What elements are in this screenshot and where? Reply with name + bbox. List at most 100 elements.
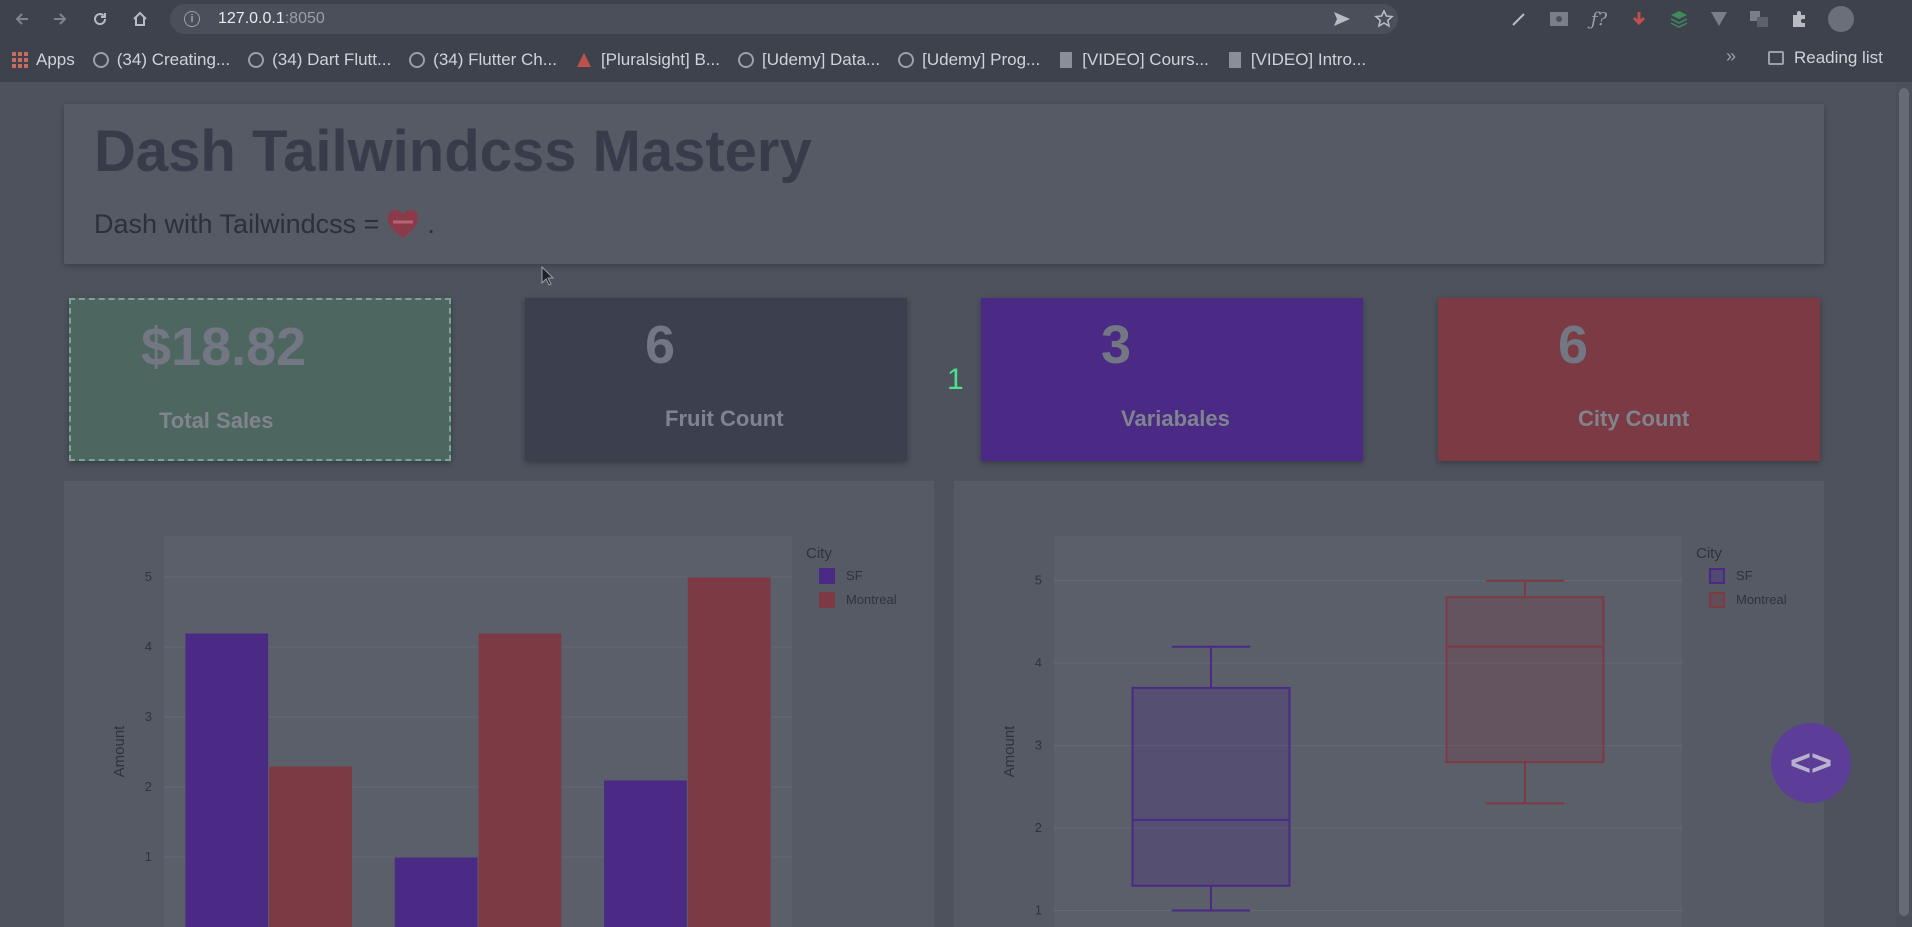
- y-axis-label: Amount: [1001, 725, 1018, 778]
- bookmark-item[interactable]: (34) Flutter Ch...: [409, 50, 557, 70]
- address-bar[interactable]: i 127.0.0.1:8050: [170, 4, 1398, 34]
- bar: [603, 779, 688, 927]
- legend-title: City: [806, 545, 832, 562]
- y-tick-label: 4: [145, 639, 152, 654]
- bar: [184, 632, 270, 927]
- scrollbar[interactable]: [1896, 82, 1912, 927]
- bookmark-label: [Udemy] Data...: [762, 50, 881, 69]
- stat-value: 6: [645, 315, 676, 375]
- bookmark-label: [Udemy] Prog...: [922, 50, 1041, 69]
- globe-icon: [92, 52, 109, 68]
- bookmark-item[interactable]: (34) Creating...: [92, 50, 231, 70]
- bar-chart-card: 1 2 3 4 5 Amount City SF Montreal: [64, 481, 934, 927]
- reading-list-label: Reading list: [1794, 48, 1883, 67]
- bar: [393, 856, 479, 927]
- y-tick-label: 3: [1035, 738, 1042, 753]
- bookmark-item[interactable]: [Udemy] Data...: [738, 50, 880, 70]
- legend-swatch: [1709, 568, 1725, 584]
- stat-value: 3: [1101, 315, 1132, 375]
- bookmark-label: [Pluralsight] B...: [600, 50, 720, 69]
- stat-label: City Count: [1578, 406, 1690, 431]
- page-subtitle: Dash with Tailwindcss = .: [94, 209, 435, 240]
- subtitle-end: .: [427, 209, 435, 239]
- frame-number: 1: [947, 363, 964, 396]
- bar: [268, 765, 353, 927]
- bookmark-item[interactable]: [Pluralsight] B...: [575, 50, 720, 70]
- profile-avatar[interactable]: [1828, 6, 1854, 32]
- bookmark-item[interactable]: [VIDEO] Cours...: [1058, 50, 1209, 70]
- y-tick-label: 1: [1035, 903, 1042, 918]
- y-tick-label: 4: [1035, 655, 1042, 670]
- translate-extension-icon[interactable]: [1748, 8, 1770, 30]
- scrollbar-thumb[interactable]: [1899, 88, 1909, 916]
- url-host: 127.0.0.1: [218, 10, 285, 27]
- apps-grid-icon: [12, 52, 28, 68]
- stat-label: Variabales: [1121, 406, 1230, 431]
- legend-label: Montreal: [846, 592, 897, 607]
- page-content: Dash Tailwindcss Mastery Dash with Tailw…: [0, 82, 1912, 927]
- box-iqr: [1131, 686, 1291, 887]
- bookmark-label: (34) Flutter Ch...: [433, 50, 557, 69]
- bookmark-label: Apps: [36, 50, 75, 69]
- box-iqr: [1445, 596, 1605, 764]
- bar: [477, 632, 563, 927]
- header-card: Dash Tailwindcss Mastery Dash with Tailw…: [64, 104, 1824, 264]
- more-bookmarks-chevron-icon[interactable]: »: [1726, 46, 1736, 67]
- stat-label: Fruit Count: [665, 406, 784, 431]
- pluralsight-icon: [576, 53, 591, 67]
- page-icon: [1228, 52, 1241, 68]
- code-toggle-button[interactable]: <>: [1771, 723, 1851, 803]
- reload-icon[interactable]: [84, 3, 116, 35]
- bookmark-apps[interactable]: Apps: [12, 50, 75, 70]
- y-tick-label: 5: [1035, 573, 1042, 588]
- globe-icon: [409, 52, 426, 68]
- legend-swatch: [819, 592, 835, 608]
- bookmark-item[interactable]: [VIDEO] Intro...: [1227, 50, 1366, 70]
- bookmarks-bar: Apps (34) Creating... (34) Dart Flutt...…: [0, 38, 1912, 82]
- y-tick-label: 2: [145, 779, 152, 794]
- y-tick-label: 3: [145, 709, 152, 724]
- page-title: Dash Tailwindcss Mastery: [94, 119, 812, 184]
- function-extension-icon[interactable]: ƒ?: [1588, 8, 1610, 30]
- y-tick-label: 2: [1035, 820, 1042, 835]
- y-tick-label: 5: [145, 569, 152, 584]
- reading-list-icon: [1768, 51, 1784, 65]
- stat-value: 6: [1558, 315, 1589, 375]
- legend-label: Montreal: [1736, 592, 1787, 607]
- y-tick-label: 1: [145, 849, 152, 864]
- bar: [686, 576, 772, 927]
- reading-list-button[interactable]: Reading list: [1768, 48, 1883, 68]
- subtitle-text: Dash with Tailwindcss =: [94, 209, 380, 239]
- box-chart-card: 1 2 3 4 5 Amount City SF Montreal: [954, 481, 1824, 927]
- stack-extension-icon[interactable]: [1668, 8, 1690, 30]
- home-icon[interactable]: [124, 3, 156, 35]
- globe-icon: [738, 52, 754, 68]
- download-extension-icon[interactable]: [1628, 8, 1650, 30]
- back-arrow-icon[interactable]: [6, 3, 38, 35]
- pen-extension-icon[interactable]: [1508, 8, 1530, 30]
- globe-icon: [898, 52, 915, 68]
- box-chart: 1 2 3 4 5 Amount City SF Montreal: [1001, 536, 1787, 927]
- stat-card-city-count: 6 City Count: [1438, 298, 1820, 461]
- image-extension-icon[interactable]: [1548, 8, 1570, 30]
- legend-label: SF: [846, 568, 863, 583]
- globe-icon: [248, 52, 265, 68]
- bookmark-star-icon[interactable]: [1374, 9, 1394, 29]
- send-icon[interactable]: [1332, 9, 1352, 29]
- stat-label: Total Sales: [159, 408, 274, 433]
- bookmark-item[interactable]: (34) Dart Flutt...: [248, 50, 391, 70]
- stat-card-total-sales: $18.82 Total Sales: [69, 298, 451, 461]
- site-info-icon[interactable]: i: [184, 11, 200, 27]
- page-icon: [1060, 52, 1073, 68]
- bookmark-label: [VIDEO] Intro...: [1250, 50, 1367, 69]
- stat-value: $18.82: [141, 317, 307, 377]
- mouse-cursor-icon: [541, 266, 555, 286]
- bookmark-item[interactable]: [Udemy] Prog...: [898, 50, 1040, 70]
- bookmark-label: (34) Dart Flutt...: [272, 50, 392, 69]
- legend-label: SF: [1736, 568, 1753, 583]
- puzzle-extensions-icon[interactable]: [1788, 8, 1810, 30]
- forward-arrow-icon[interactable]: [44, 3, 76, 35]
- vue-extension-icon[interactable]: [1708, 8, 1730, 30]
- y-axis-label: Amount: [111, 725, 128, 778]
- bookmark-label: (34) Creating...: [116, 50, 231, 69]
